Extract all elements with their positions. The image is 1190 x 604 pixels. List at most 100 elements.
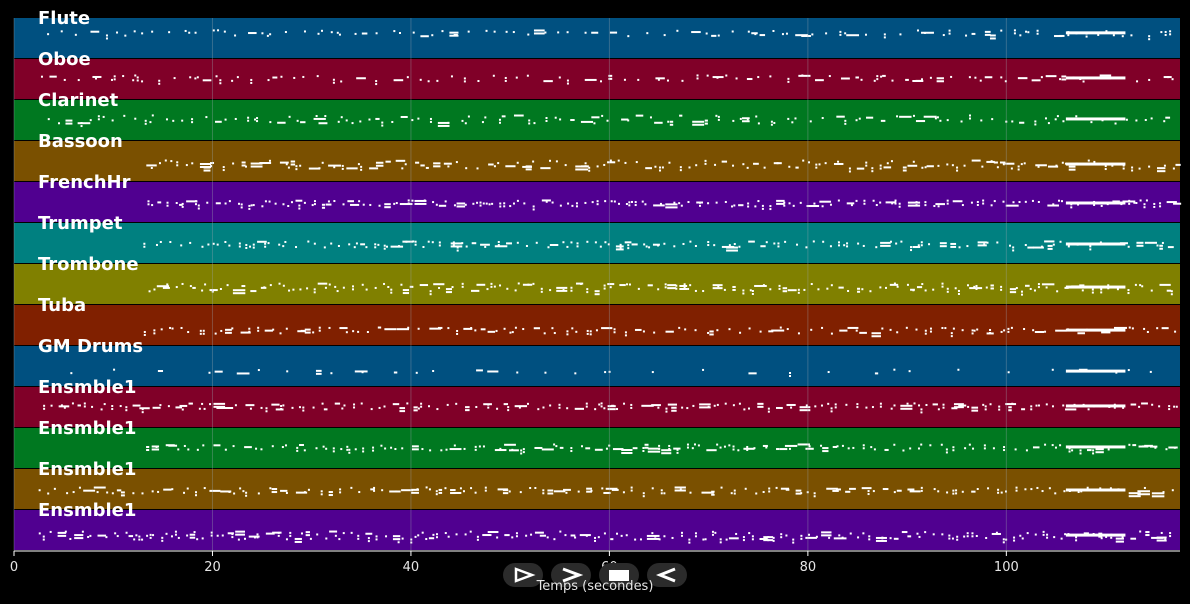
note-mark xyxy=(769,205,772,208)
note-mark xyxy=(679,169,682,172)
note-mark xyxy=(946,290,949,293)
note-mark xyxy=(694,532,697,535)
note-mark xyxy=(1052,243,1055,246)
note-mark xyxy=(261,32,264,35)
note-mark xyxy=(631,243,638,246)
note-mark xyxy=(770,123,773,126)
note-mark xyxy=(482,445,485,448)
note-mark xyxy=(375,32,378,35)
note-mark xyxy=(240,206,243,209)
note-mark xyxy=(601,487,604,490)
note-mark xyxy=(497,162,500,165)
note-mark xyxy=(773,242,776,245)
note-mark xyxy=(522,448,525,451)
note-mark xyxy=(1150,289,1153,292)
note-mark xyxy=(1075,536,1078,539)
note-mark xyxy=(828,75,831,78)
note-mark xyxy=(197,207,200,210)
note-mark xyxy=(743,408,746,411)
note-mark xyxy=(728,444,731,447)
note-mark xyxy=(132,492,135,495)
note-mark xyxy=(1087,408,1090,411)
note-mark xyxy=(406,76,409,79)
note-mark xyxy=(810,283,813,286)
note-mark xyxy=(855,329,858,332)
note-mark xyxy=(570,447,573,450)
note-mark xyxy=(649,116,652,119)
note-mark xyxy=(438,204,447,207)
note-mark xyxy=(224,448,227,451)
note-mark xyxy=(841,444,844,447)
note-mark xyxy=(657,78,660,81)
note-mark xyxy=(912,160,915,163)
note-mark xyxy=(407,202,410,205)
note-mark xyxy=(53,487,56,490)
note-mark xyxy=(1148,35,1151,38)
note-mark xyxy=(257,240,267,243)
note-mark xyxy=(421,531,424,534)
note-mark xyxy=(400,283,403,286)
note-mark xyxy=(189,241,192,244)
note-mark xyxy=(381,489,384,492)
note-mark xyxy=(203,487,206,490)
note-mark xyxy=(515,76,518,79)
note-mark xyxy=(1132,444,1137,447)
note-mark xyxy=(635,114,644,117)
note-mark xyxy=(835,488,841,491)
note-mark xyxy=(751,538,754,541)
note-mark xyxy=(626,283,629,286)
note-mark xyxy=(1145,534,1150,537)
note-mark xyxy=(1059,240,1062,243)
note-mark xyxy=(961,329,964,332)
note-mark xyxy=(415,371,418,374)
note-mark xyxy=(148,290,151,293)
note-mark xyxy=(87,536,90,539)
note-mark xyxy=(414,202,427,205)
track-band xyxy=(14,469,1180,509)
note-mark xyxy=(898,202,901,205)
note-mark xyxy=(223,30,226,33)
note-mark xyxy=(269,487,272,490)
note-mark xyxy=(1061,161,1064,164)
note-mark xyxy=(984,76,993,79)
note-mark xyxy=(1003,329,1006,332)
note-mark xyxy=(596,165,599,168)
note-mark xyxy=(360,168,363,171)
note-mark xyxy=(374,246,377,249)
note-mark xyxy=(982,202,985,205)
note-mark xyxy=(438,244,441,247)
note-mark xyxy=(216,407,227,410)
note-mark xyxy=(199,332,202,335)
note-mark xyxy=(144,122,147,125)
note-mark xyxy=(924,201,927,204)
note-mark xyxy=(1013,539,1016,542)
note-mark xyxy=(1044,330,1047,333)
note-mark xyxy=(496,407,499,410)
note-mark xyxy=(161,536,164,539)
note-mark xyxy=(1150,117,1153,120)
note-mark xyxy=(665,407,668,410)
note-mark xyxy=(915,79,922,82)
note-mark xyxy=(216,534,219,537)
note-mark xyxy=(1010,167,1013,170)
note-mark xyxy=(393,371,398,374)
note-mark xyxy=(768,487,771,490)
note-mark xyxy=(882,488,889,491)
note-mark xyxy=(1036,486,1039,489)
note-mark xyxy=(547,492,554,495)
note-mark xyxy=(749,289,752,292)
note-mark xyxy=(603,284,606,287)
note-mark xyxy=(542,489,545,492)
note-mark xyxy=(512,31,515,34)
x-tick-label: 0 xyxy=(10,560,18,575)
note-mark xyxy=(902,169,907,172)
note-mark xyxy=(797,291,800,294)
note-mark xyxy=(214,370,223,373)
note-mark xyxy=(58,122,61,125)
note-mark xyxy=(680,534,683,537)
note-mark xyxy=(1127,245,1130,248)
note-mark xyxy=(1068,450,1071,453)
note-mark xyxy=(637,287,640,290)
note-mark xyxy=(540,167,551,170)
note-mark xyxy=(1067,34,1070,37)
